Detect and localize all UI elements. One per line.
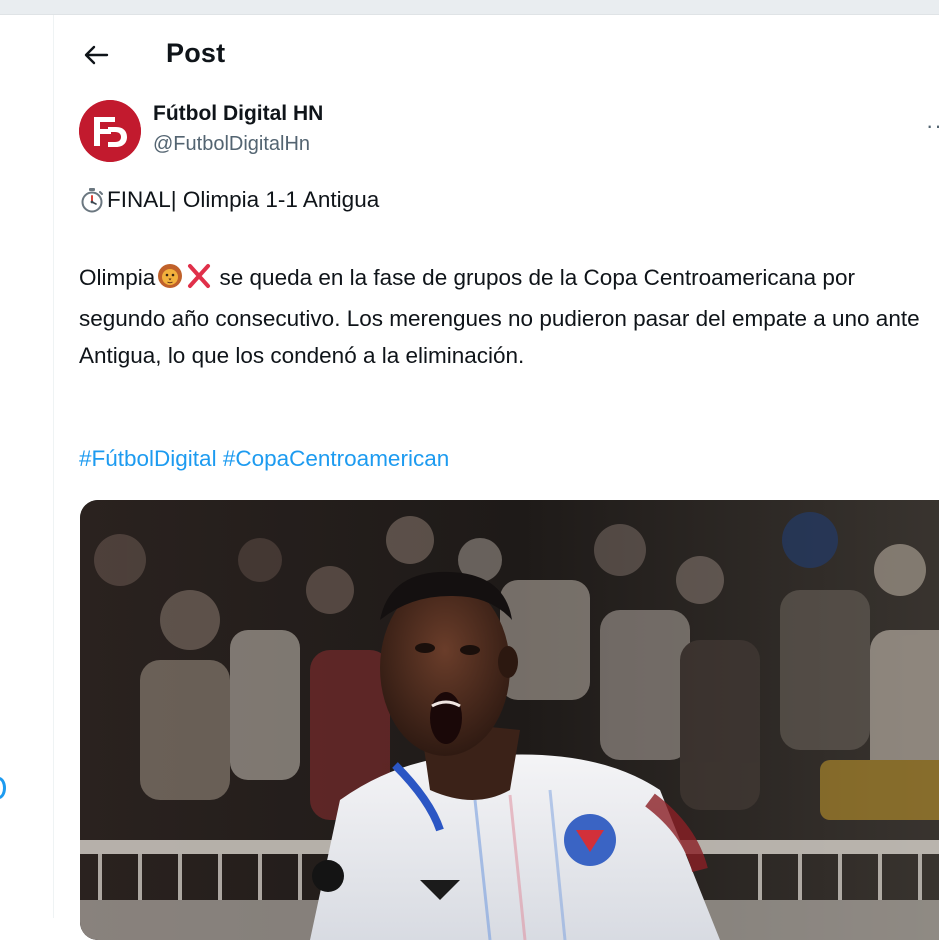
post-photo <box>80 500 939 940</box>
post-body: Olimpia se queda en la fase de grupos de… <box>79 259 939 374</box>
sidebar-blue-icon[interactable] <box>0 777 6 799</box>
hashtag-link[interactable]: #FútbolDigital <box>79 446 217 471</box>
arrow-left-icon <box>83 43 109 72</box>
hashtag-link[interactable]: #CopaCentroamerican <box>223 446 449 471</box>
browser-top-strip <box>0 0 939 15</box>
stopwatch-icon <box>79 187 105 213</box>
more-icon[interactable]: ·· <box>926 113 939 139</box>
lion-emoji-icon <box>155 263 185 300</box>
final-score-text: FINAL| Olimpia 1-1 Antigua <box>107 187 380 212</box>
post-view: Post Fútbol Digital HN @FutbolDigitalHn … <box>54 15 939 940</box>
back-button[interactable] <box>76 37 116 77</box>
left-sidebar <box>0 15 54 918</box>
author-avatar[interactable] <box>79 100 141 162</box>
page-title: Post <box>166 38 226 68</box>
cross-mark-icon <box>185 263 213 300</box>
post-image[interactable] <box>80 500 939 940</box>
author-handle[interactable]: @FutbolDigitalHn <box>153 133 310 156</box>
post-line-final-score: FINAL| Olimpia 1-1 Antigua <box>79 187 379 213</box>
author-name[interactable]: Fútbol Digital HN <box>153 102 323 126</box>
hashtags: #FútbolDigital #CopaCentroamerican <box>79 446 449 472</box>
body-start-text: Olimpia <box>79 265 156 290</box>
post-header: Post <box>54 15 939 97</box>
